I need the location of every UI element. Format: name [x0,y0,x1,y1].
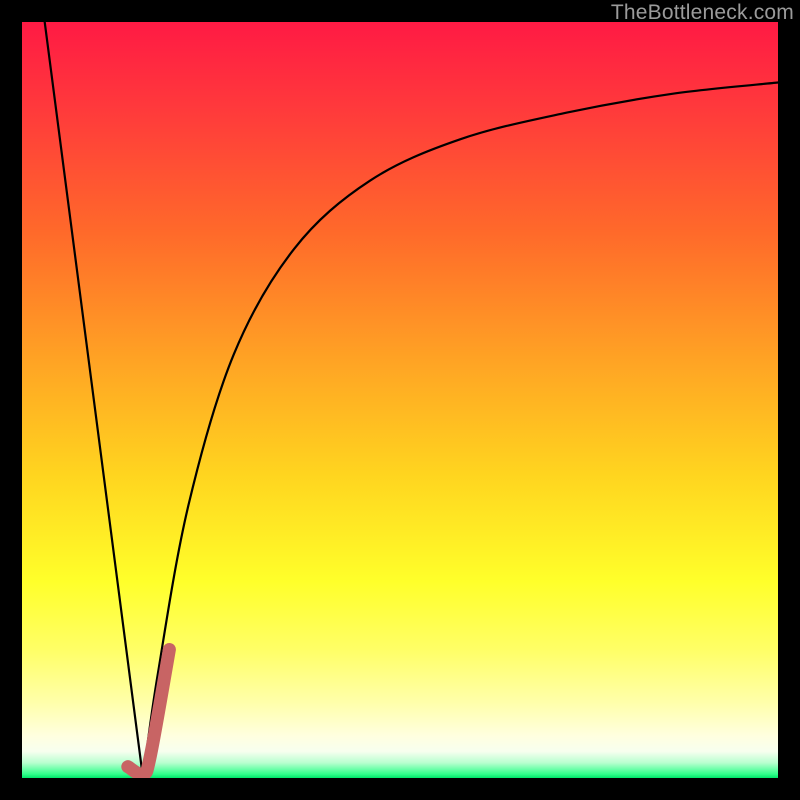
chart-frame: TheBottleneck.com [0,0,800,800]
curves-layer [22,22,778,778]
right-rising-curve [143,83,778,779]
plot-area [22,22,778,778]
left-falling-line [45,22,143,778]
